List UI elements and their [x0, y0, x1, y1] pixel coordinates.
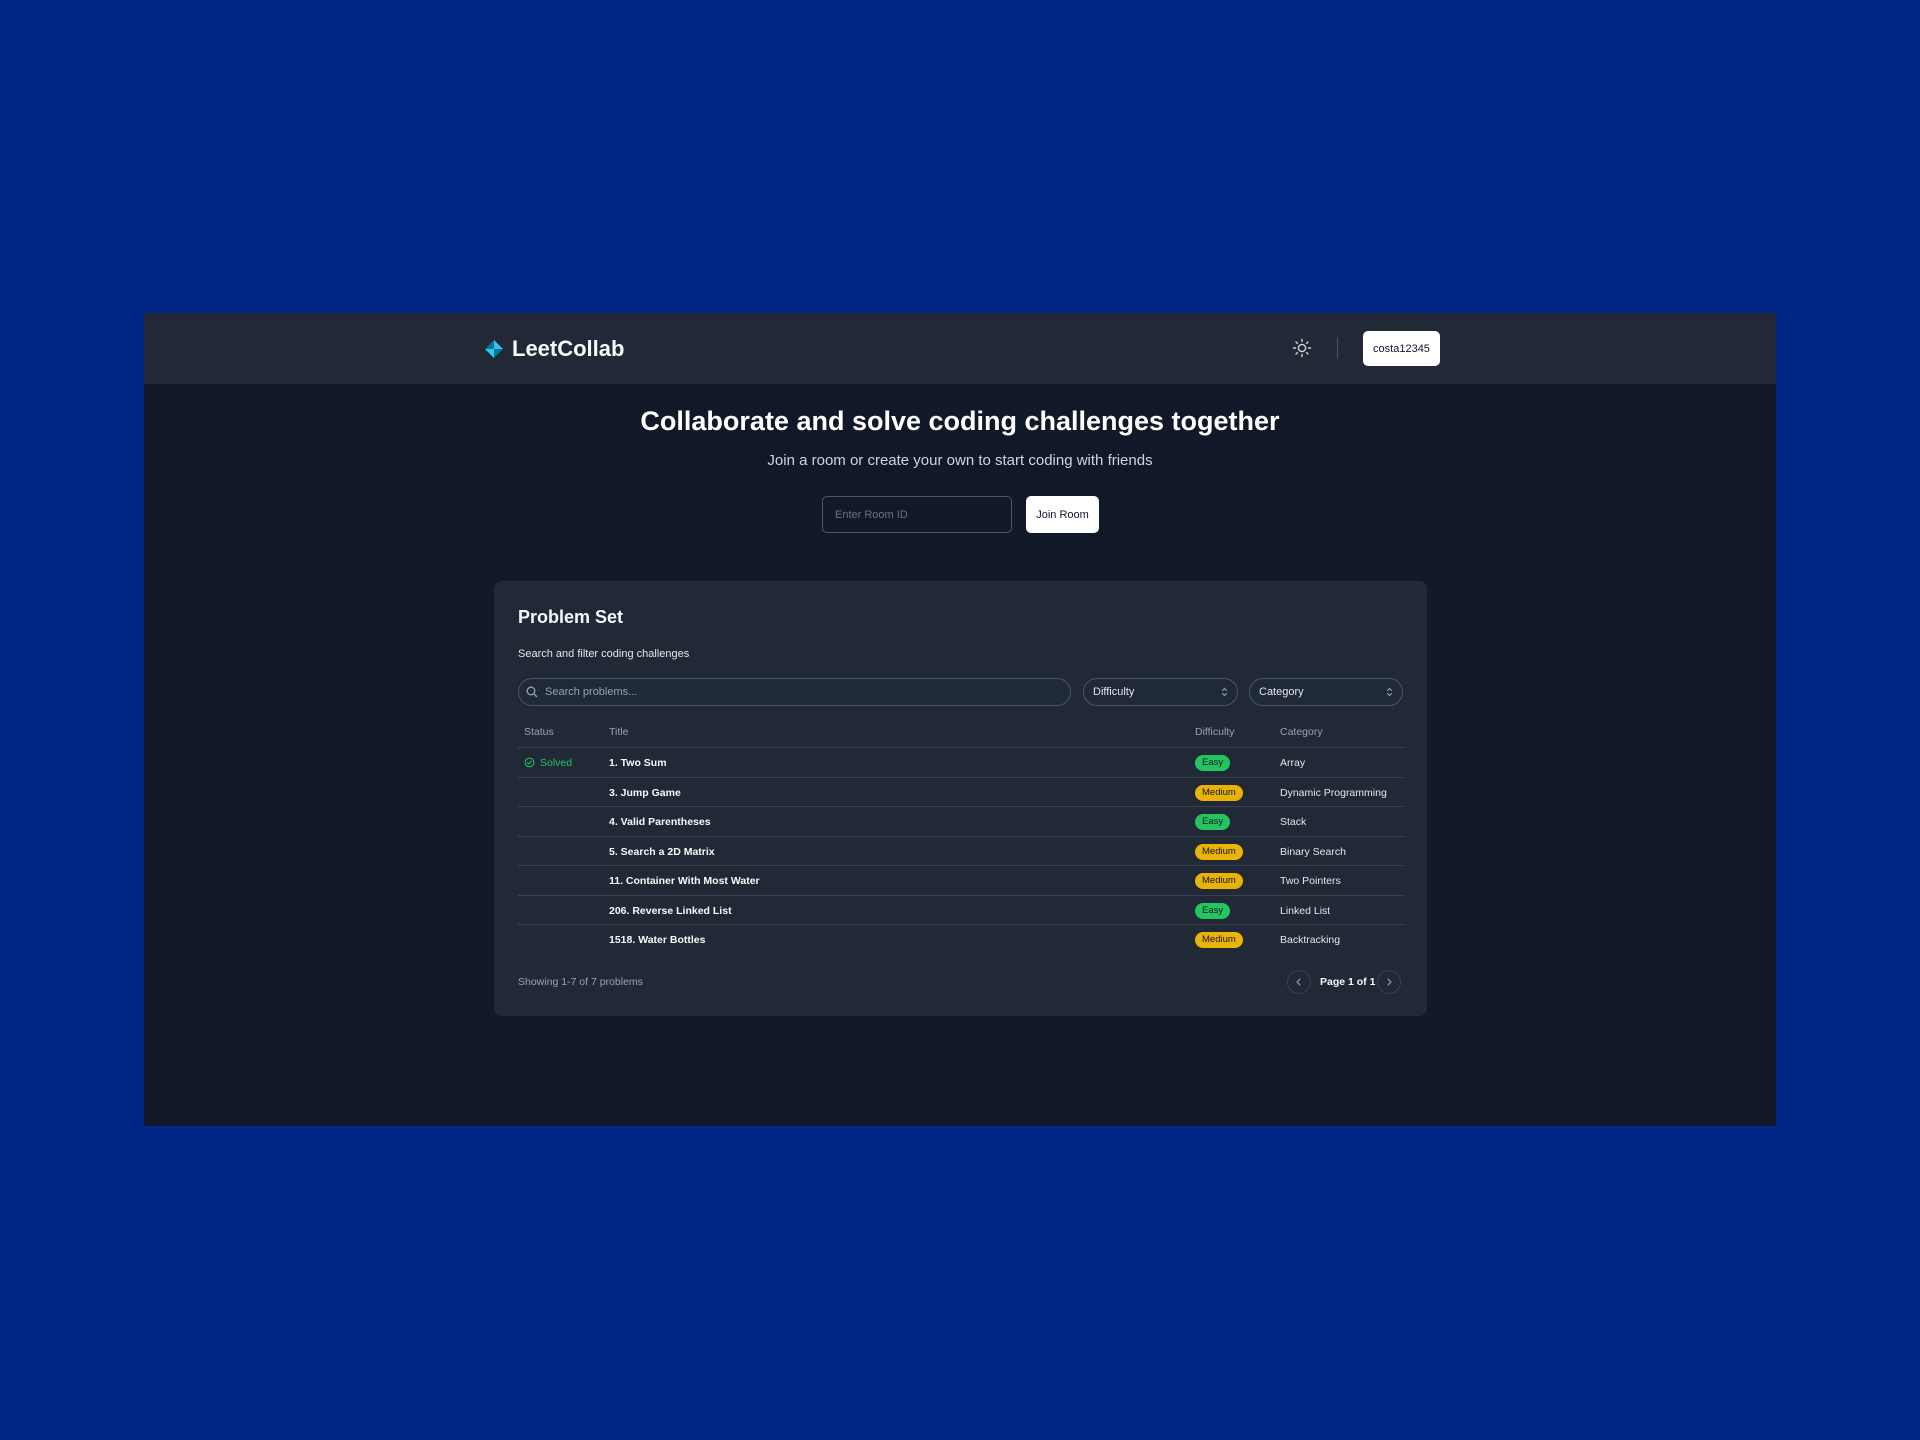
results-count: Showing 1-7 of 7 problems	[518, 976, 643, 988]
status-cell: Solved	[524, 748, 572, 777]
top-navbar: LeetCollab costa12345	[144, 313, 1776, 384]
table-row[interactable]: 4. Valid Parentheses Easy Stack	[518, 806, 1404, 836]
difficulty-cell: Medium	[1195, 925, 1243, 954]
page-indicator: Page 1 of 1	[1320, 976, 1376, 988]
difficulty-badge: Medium	[1195, 931, 1243, 948]
problem-title[interactable]: 206. Reverse Linked List	[609, 896, 732, 925]
column-header-title[interactable]: Title	[609, 726, 628, 738]
table-row[interactable]: 206. Reverse Linked List Easy Linked Lis…	[518, 895, 1404, 925]
table-row[interactable]: Solved 1. Two Sum Easy Array	[518, 747, 1404, 777]
difficulty-cell: Easy	[1195, 896, 1231, 925]
difficulty-cell: Medium	[1195, 837, 1243, 866]
difficulty-badge: Easy	[1195, 754, 1231, 771]
chevron-left-icon	[1296, 978, 1301, 986]
category-cell: Array	[1280, 756, 1306, 769]
previous-page-button[interactable]	[1287, 970, 1311, 994]
problem-title[interactable]: 3. Jump Game	[609, 778, 681, 807]
difficulty-cell: Easy	[1195, 748, 1231, 777]
difficulty-select-value: Difficulty	[1093, 686, 1135, 698]
room-id-input[interactable]	[822, 496, 1012, 533]
brand[interactable]: LeetCollab	[484, 336, 624, 362]
theme-toggle-button[interactable]	[1288, 334, 1316, 362]
hero-title: Collaborate and solve coding challenges …	[640, 406, 1280, 436]
table-row[interactable]: 3. Jump Game Medium Dynamic Programming	[518, 777, 1404, 807]
problem-title[interactable]: 1518. Water Bottles	[609, 925, 705, 954]
difficulty-badge: Medium	[1195, 872, 1243, 889]
category-cell: Stack	[1280, 815, 1307, 828]
problem-title[interactable]: 5. Search a 2D Matrix	[609, 837, 715, 866]
category-cell: Backtracking	[1280, 933, 1341, 946]
sun-icon	[1292, 338, 1312, 358]
chevron-up-down-icon	[1221, 687, 1228, 697]
header-divider	[1337, 337, 1338, 359]
problem-set-title: Problem Set	[518, 607, 624, 627]
difficulty-badge: Easy	[1195, 813, 1231, 830]
user-menu-button[interactable]: costa12345	[1363, 331, 1440, 366]
diamond-logo-icon	[485, 340, 503, 358]
status-text: Solved	[540, 756, 573, 769]
problem-set-subtitle: Search and filter coding challenges	[518, 648, 690, 660]
problem-set-card: Problem Set Search and filter coding cha…	[494, 581, 1427, 1016]
next-page-button[interactable]	[1377, 970, 1401, 994]
search-icon	[526, 686, 538, 698]
difficulty-badge: Medium	[1195, 843, 1243, 860]
difficulty-badge: Medium	[1195, 784, 1243, 801]
difficulty-badge: Easy	[1195, 902, 1231, 919]
table-row[interactable]: 1518. Water Bottles Medium Backtracking	[518, 924, 1404, 954]
search-box[interactable]	[518, 678, 1071, 706]
column-header-status[interactable]: Status	[524, 726, 554, 738]
chevron-right-icon	[1387, 978, 1392, 986]
difficulty-cell: Medium	[1195, 866, 1243, 895]
difficulty-select[interactable]: Difficulty	[1083, 678, 1238, 706]
search-input[interactable]	[539, 680, 1070, 704]
app-window: LeetCollab costa12345 Collaborate and so…	[144, 313, 1776, 1126]
difficulty-cell: Easy	[1195, 807, 1231, 836]
category-cell: Two Pointers	[1280, 874, 1341, 887]
brand-name: LeetCollab	[512, 336, 625, 361]
check-circle-icon	[524, 757, 535, 768]
problem-title[interactable]: 4. Valid Parentheses	[609, 807, 711, 836]
column-header-category[interactable]: Category	[1280, 726, 1323, 738]
chevron-up-down-icon	[1386, 687, 1393, 697]
join-room-button[interactable]: Join Room	[1026, 496, 1099, 533]
table-row[interactable]: 5. Search a 2D Matrix Medium Binary Sear…	[518, 836, 1404, 866]
category-select-value: Category	[1259, 686, 1304, 698]
problem-title[interactable]: 1. Two Sum	[609, 748, 667, 777]
category-cell: Binary Search	[1280, 845, 1346, 858]
category-cell: Dynamic Programming	[1280, 786, 1387, 799]
table-row[interactable]: 11. Container With Most Water Medium Two…	[518, 865, 1404, 895]
problem-title[interactable]: 11. Container With Most Water	[609, 866, 760, 895]
hero-subtitle: Join a room or create your own to start …	[767, 452, 1153, 469]
category-cell: Linked List	[1280, 904, 1331, 917]
difficulty-cell: Medium	[1195, 778, 1243, 807]
column-header-difficulty[interactable]: Difficulty	[1195, 726, 1234, 738]
category-select[interactable]: Category	[1249, 678, 1403, 706]
